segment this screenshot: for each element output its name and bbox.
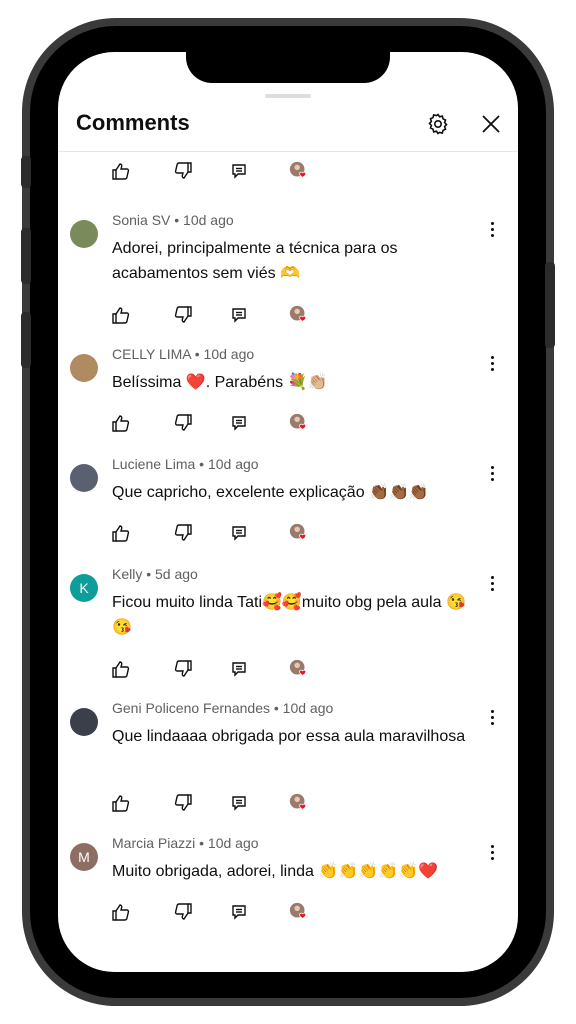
more-options-icon[interactable] [482, 352, 502, 374]
like-icon[interactable] [110, 412, 132, 434]
comment-actions [110, 160, 370, 184]
drag-handle[interactable] [265, 94, 311, 98]
avatar[interactable] [70, 220, 98, 248]
close-icon[interactable] [473, 106, 509, 142]
comment-author-time[interactable]: Luciene Lima • 10d ago [112, 456, 259, 472]
creator-heart-icon [288, 522, 310, 544]
comment-actions [110, 901, 370, 925]
comment-text: Adorei, principalmente a técnica para os… [112, 240, 398, 282]
like-icon[interactable] [110, 901, 132, 923]
more-options-icon[interactable] [482, 572, 502, 594]
comment-actions [110, 304, 370, 328]
reply-icon[interactable] [228, 901, 250, 923]
avatar[interactable]: K [70, 574, 98, 602]
reply-icon[interactable] [228, 160, 250, 182]
phone-side-button [21, 156, 31, 188]
reply-icon[interactable] [228, 792, 250, 814]
screen: Comments Sonia SV • 10d ago Adorei, princ… [58, 52, 518, 972]
phone-volume-down [21, 312, 31, 368]
comment-actions [110, 658, 370, 682]
dislike-icon[interactable] [172, 304, 194, 326]
comment-actions [110, 792, 370, 816]
dislike-icon[interactable] [172, 522, 194, 544]
comment-actions [110, 412, 370, 436]
comment-text: Belíssima ❤️. Parabéns 💐👏🏼 [112, 374, 328, 391]
comments-header: Comments [58, 104, 518, 152]
like-icon[interactable] [110, 160, 132, 182]
like-icon[interactable] [110, 658, 132, 680]
comment-actions [110, 522, 370, 546]
reply-icon[interactable] [228, 304, 250, 326]
dislike-icon[interactable] [172, 792, 194, 814]
creator-heart-icon [288, 412, 310, 434]
dislike-icon[interactable] [172, 412, 194, 434]
comment-text: Que lindaaaa obrigada por essa aula mara… [112, 728, 466, 745]
comment-author-time[interactable]: Geni Policeno Fernandes • 10d ago [112, 700, 333, 716]
creator-heart-icon [288, 792, 310, 814]
comment-author-time[interactable]: CELLY LIMA • 10d ago [112, 346, 254, 362]
like-icon[interactable] [110, 792, 132, 814]
dislike-icon[interactable] [172, 160, 194, 182]
comment-text: Muito obrigada, adorei, linda 👏👏👏👏👏❤️ [112, 863, 438, 880]
avatar[interactable] [70, 464, 98, 492]
gear-icon[interactable] [420, 106, 456, 142]
header-divider [58, 151, 518, 152]
avatar[interactable] [70, 354, 98, 382]
avatar[interactable]: M [70, 843, 98, 871]
dislike-icon[interactable] [172, 658, 194, 680]
comment-text: Que capricho, excelente explicação 👏🏾👏🏾👏… [112, 484, 429, 501]
reply-icon[interactable] [228, 658, 250, 680]
more-options-icon[interactable] [482, 462, 502, 484]
comment-author-time[interactable]: Sonia SV • 10d ago [112, 212, 234, 228]
phone-volume-up [21, 228, 31, 284]
more-options-icon[interactable] [482, 706, 502, 728]
dislike-icon[interactable] [172, 901, 194, 923]
creator-heart-icon [288, 160, 310, 182]
comment-author-time[interactable]: Marcia Piazzi • 10d ago [112, 835, 259, 851]
phone-power-button [545, 262, 555, 348]
avatar[interactable] [70, 708, 98, 736]
reply-icon[interactable] [228, 522, 250, 544]
page-title: Comments [76, 110, 190, 135]
more-options-icon[interactable] [482, 841, 502, 863]
comment-author-time[interactable]: Kelly • 5d ago [112, 566, 198, 582]
creator-heart-icon [288, 304, 310, 326]
reply-icon[interactable] [228, 412, 250, 434]
creator-heart-icon [288, 901, 310, 923]
like-icon[interactable] [110, 522, 132, 544]
creator-heart-icon [288, 658, 310, 680]
comment-text: Ficou muito linda Tati🥰🥰muito obg pela a… [112, 594, 466, 636]
notch [186, 52, 390, 83]
more-options-icon[interactable] [482, 218, 502, 240]
like-icon[interactable] [110, 304, 132, 326]
